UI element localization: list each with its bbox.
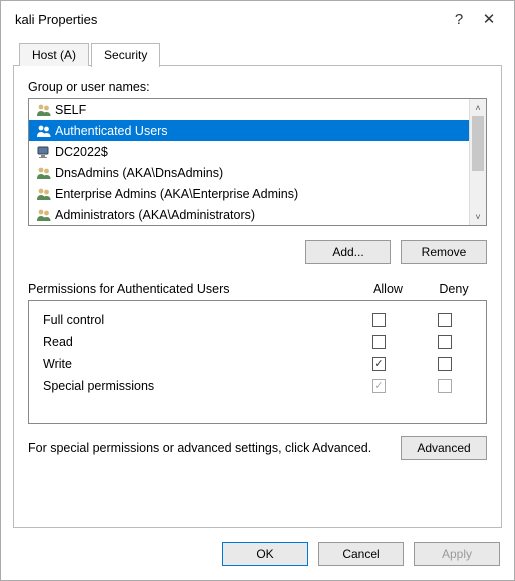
principal-name: Administrators (AKA\Administrators) <box>55 208 255 222</box>
permission-row: Write <box>37 353 478 375</box>
scroll-thumb[interactable] <box>472 116 484 171</box>
allow-checkbox <box>372 379 386 393</box>
principal-row[interactable]: SELF <box>29 99 469 120</box>
permission-name: Write <box>37 357 346 371</box>
group-user-names-label: Group or user names: <box>28 80 487 94</box>
group-icon <box>33 207 55 223</box>
tab-security[interactable]: Security <box>91 43 160 67</box>
tab-host[interactable]: Host (A) <box>19 43 89 66</box>
principals-listbox[interactable]: SELF Authenticated Users DC2022$ DnsAdmins … <box>28 98 487 226</box>
computer-icon <box>33 144 55 160</box>
apply-button[interactable]: Apply <box>414 542 500 566</box>
add-button[interactable]: Add... <box>305 240 391 264</box>
principal-name: SELF <box>55 103 86 117</box>
group-icon <box>33 165 55 181</box>
allow-checkbox[interactable] <box>372 313 386 327</box>
allow-checkbox[interactable] <box>372 335 386 349</box>
permission-row: Special permissions <box>37 375 478 397</box>
dialog-footer: OK Cancel Apply <box>1 536 514 580</box>
deny-checkbox[interactable] <box>438 335 452 349</box>
permission-name: Special permissions <box>37 379 346 393</box>
principal-name: Authenticated Users <box>55 124 168 138</box>
permission-row: Full control <box>37 309 478 331</box>
tab-strip: Host (A) Security <box>1 37 514 66</box>
permission-name: Read <box>37 335 346 349</box>
deny-checkbox[interactable] <box>438 313 452 327</box>
group-icon <box>33 186 55 202</box>
window-title: kali Properties <box>15 12 444 27</box>
deny-checkbox[interactable] <box>438 357 452 371</box>
help-icon[interactable]: ? <box>444 11 474 28</box>
scroll-up-icon[interactable]: ˄ <box>470 99 486 116</box>
principal-row[interactable]: DC2022$ <box>29 141 469 162</box>
principal-name: Enterprise Admins (AKA\Enterprise Admins… <box>55 187 298 201</box>
permission-name: Full control <box>37 313 346 327</box>
advanced-hint: For special permissions or advanced sett… <box>28 440 389 457</box>
permission-row: Read <box>37 331 478 353</box>
deny-checkbox <box>438 379 452 393</box>
principal-row[interactable]: Authenticated Users <box>29 120 469 141</box>
properties-dialog: kali Properties ? ✕ Host (A) Security Gr… <box>0 0 515 581</box>
allow-column-header: Allow <box>355 282 421 296</box>
close-icon[interactable]: ✕ <box>474 10 504 28</box>
group-icon <box>33 102 55 118</box>
cancel-button[interactable]: Cancel <box>318 542 404 566</box>
principal-row[interactable]: Enterprise Admins (AKA\Enterprise Admins… <box>29 183 469 204</box>
group-icon <box>33 123 55 139</box>
scrollbar[interactable]: ˄ ˅ <box>469 99 486 225</box>
principal-name: DC2022$ <box>55 145 108 159</box>
ok-button[interactable]: OK <box>222 542 308 566</box>
permissions-header: Permissions for Authenticated Users Allo… <box>28 282 487 296</box>
principal-row[interactable]: DnsAdmins (AKA\DnsAdmins) <box>29 162 469 183</box>
allow-checkbox[interactable] <box>372 357 386 371</box>
scroll-down-icon[interactable]: ˅ <box>470 208 486 225</box>
deny-column-header: Deny <box>421 282 487 296</box>
remove-button[interactable]: Remove <box>401 240 487 264</box>
security-panel: Group or user names: SELF Authenticated U… <box>13 66 502 528</box>
principal-name: DnsAdmins (AKA\DnsAdmins) <box>55 166 223 180</box>
permissions-for-label: Permissions for Authenticated Users <box>28 282 355 296</box>
principal-row[interactable]: Administrators (AKA\Administrators) <box>29 204 469 225</box>
permissions-box: Full control Read Write Special permissions <box>28 300 487 424</box>
advanced-button[interactable]: Advanced <box>401 436 487 460</box>
titlebar: kali Properties ? ✕ <box>1 1 514 37</box>
